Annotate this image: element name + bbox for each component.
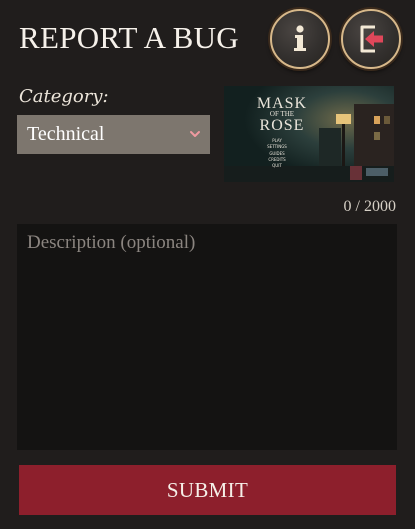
description-input[interactable] xyxy=(17,224,397,450)
game-menu: PLAY SETTINGS GUIDES CREDITS QUIT xyxy=(258,138,296,169)
info-icon xyxy=(294,25,306,51)
submit-button[interactable]: SUBMIT xyxy=(19,465,396,515)
game-logo: MASK OF THE ROSE xyxy=(256,95,308,134)
menu-item: QUIT xyxy=(272,163,282,169)
chevron-down-icon xyxy=(190,131,200,137)
category-value: Technical xyxy=(27,123,105,145)
character-counter: 0 / 2000 xyxy=(343,198,396,215)
info-button[interactable] xyxy=(270,9,330,69)
page-title: REPORT A BUG xyxy=(19,20,239,55)
exit-icon xyxy=(360,25,383,53)
category-label: Category: xyxy=(19,86,109,107)
screenshot-thumbnail[interactable]: MASK OF THE ROSE PLAY SETTINGS GUIDES CR… xyxy=(224,86,394,182)
exit-button[interactable] xyxy=(341,9,401,69)
category-select[interactable]: Technical xyxy=(17,115,210,154)
